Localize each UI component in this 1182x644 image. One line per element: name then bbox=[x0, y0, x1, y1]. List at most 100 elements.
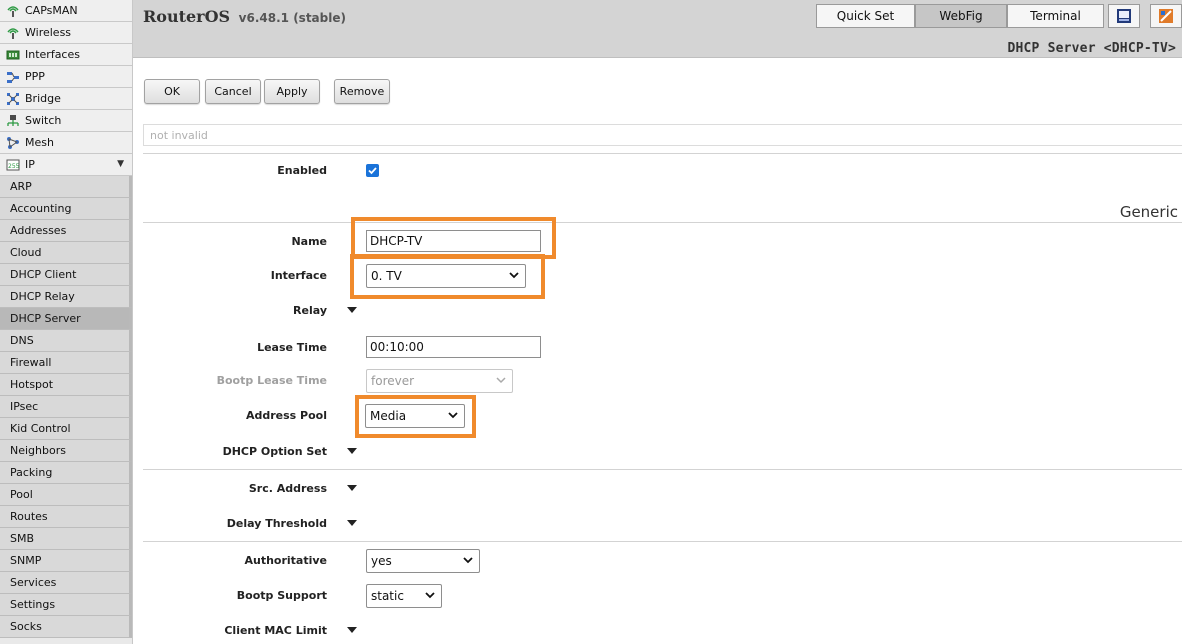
row-address-pool: Address Pool Media bbox=[133, 403, 1182, 429]
bridge-icon bbox=[6, 92, 20, 106]
expand-arrow-icon[interactable] bbox=[346, 625, 358, 635]
chevron-down-icon bbox=[496, 377, 506, 384]
row-enabled: Enabled bbox=[133, 158, 1182, 184]
row-client-mac-limit: Client MAC Limit bbox=[133, 618, 1182, 644]
chevron-down-icon bbox=[448, 412, 458, 419]
sidebar-item-capsman[interactable]: CAPsMAN bbox=[0, 0, 132, 22]
mesh-icon bbox=[6, 136, 20, 150]
src-address-label: Src. Address bbox=[248, 482, 327, 495]
status-bar: not invalid bbox=[143, 124, 1182, 146]
address-pool-select[interactable]: Media bbox=[365, 404, 465, 428]
row-delay-threshold: Delay Threshold bbox=[133, 511, 1182, 537]
sidebar-subitem-snmp[interactable]: SNMP bbox=[0, 550, 132, 572]
sidebar-subitem-addresses[interactable]: Addresses bbox=[0, 220, 132, 242]
lease-time-input[interactable]: 00:10:00 bbox=[366, 336, 541, 358]
row-bootp-lease-time: Bootp Lease Time forever bbox=[133, 368, 1182, 394]
expand-arrow-icon[interactable] bbox=[346, 446, 358, 456]
sidebar-subitem-dhcp-server[interactable]: DHCP Server bbox=[0, 308, 132, 330]
name-field: DHCP-TV bbox=[366, 230, 541, 252]
expand-arrow-icon[interactable] bbox=[346, 305, 358, 315]
sidebar-item-mesh[interactable]: Mesh bbox=[0, 132, 132, 154]
sidebar-item-label: IP bbox=[25, 158, 35, 171]
sidebar-subitem-arp[interactable]: ARP bbox=[0, 176, 132, 198]
expand-arrow-icon[interactable] bbox=[346, 518, 358, 528]
webfig-button[interactable]: WebFig bbox=[915, 4, 1007, 28]
sidebar-subitem-services[interactable]: Services bbox=[0, 572, 132, 594]
interface-select[interactable]: 0. TV bbox=[366, 264, 526, 288]
bootp-lease-time-value: forever bbox=[371, 374, 415, 388]
authoritative-field: yes bbox=[366, 549, 480, 573]
sidebar-subitem-neighbors[interactable]: Neighbors bbox=[0, 440, 132, 462]
quick-set-button[interactable]: Quick Set bbox=[816, 4, 915, 28]
sidebar-subitem-pool[interactable]: Pool bbox=[0, 484, 132, 506]
bootp-support-field: static bbox=[366, 584, 442, 608]
design-skin-icon bbox=[1159, 9, 1173, 23]
sidebar-subitem-cloud[interactable]: Cloud bbox=[0, 242, 132, 264]
name-input[interactable]: DHCP-TV bbox=[366, 230, 541, 252]
sidebar-item-bridge[interactable]: Bridge bbox=[0, 88, 132, 110]
relay-label: Relay bbox=[293, 304, 327, 317]
winbox-icon-button[interactable] bbox=[1108, 4, 1140, 28]
sidebar-item-label: PPP bbox=[25, 70, 45, 83]
sidebar-subitem-smb[interactable]: SMB bbox=[0, 528, 132, 550]
sidebar: CAPsMAN Wireless Interfaces PPP Bridge S… bbox=[0, 0, 133, 644]
enabled-label: Enabled bbox=[277, 164, 327, 177]
chevron-down-icon bbox=[463, 557, 473, 564]
sidebar-subitem-ipsec[interactable]: IPsec bbox=[0, 396, 132, 418]
sidebar-subitem-kid-control[interactable]: Kid Control bbox=[0, 418, 132, 440]
bootp-support-select[interactable]: static bbox=[366, 584, 442, 608]
sidebar-item-label: Mesh bbox=[25, 136, 54, 149]
sidebar-item-wireless[interactable]: Wireless bbox=[0, 22, 132, 44]
enabled-checkbox[interactable] bbox=[366, 164, 379, 177]
bootp-support-value: static bbox=[371, 589, 404, 603]
apply-button[interactable]: Apply bbox=[264, 79, 320, 104]
row-authoritative: Authoritative yes bbox=[133, 548, 1182, 574]
top-header: RouterOS v6.48.1 (stable) Quick Set WebF… bbox=[133, 0, 1182, 58]
row-bootp-support: Bootp Support static bbox=[133, 583, 1182, 609]
sidebar-subitem-accounting[interactable]: Accounting bbox=[0, 198, 132, 220]
sidebar-item-ip[interactable]: 255 IP ▼ bbox=[0, 154, 132, 176]
sidebar-subitem-hotspot[interactable]: Hotspot bbox=[0, 374, 132, 396]
switch-icon bbox=[6, 114, 20, 128]
expand-arrow-icon[interactable] bbox=[346, 483, 358, 493]
interface-select-value: 0. TV bbox=[371, 269, 402, 283]
sidebar-subitem-settings[interactable]: Settings bbox=[0, 594, 132, 616]
sidebar-subitem-firewall[interactable]: Firewall bbox=[0, 352, 132, 374]
row-dhcp-option-set: DHCP Option Set bbox=[133, 439, 1182, 465]
interface-label: Interface bbox=[270, 269, 327, 282]
remove-button[interactable]: Remove bbox=[334, 79, 390, 104]
client-mac-limit-label: Client MAC Limit bbox=[224, 624, 327, 637]
sidebar-item-label: Wireless bbox=[25, 26, 72, 39]
checkmark-icon bbox=[368, 167, 377, 175]
dhcp-option-set-label: DHCP Option Set bbox=[222, 445, 327, 458]
row-lease-time: Lease Time 00:10:00 bbox=[133, 335, 1182, 361]
divider bbox=[143, 469, 1182, 470]
sidebar-subitem-dhcp-client[interactable]: DHCP Client bbox=[0, 264, 132, 286]
bootp-lease-time-field: forever bbox=[366, 369, 513, 393]
sidebar-item-switch[interactable]: Switch bbox=[0, 110, 132, 132]
ok-button[interactable]: OK bbox=[144, 79, 200, 104]
design-skin-icon-button[interactable] bbox=[1150, 4, 1182, 28]
authoritative-select[interactable]: yes bbox=[366, 549, 480, 573]
sidebar-item-label: Bridge bbox=[25, 92, 61, 105]
row-relay: Relay bbox=[133, 298, 1182, 324]
cancel-button[interactable]: Cancel bbox=[205, 79, 261, 104]
bootp-lease-time-label: Bootp Lease Time bbox=[216, 374, 327, 387]
address-pool-value: Media bbox=[370, 409, 407, 423]
version-label: v6.48.1 (stable) bbox=[238, 11, 346, 25]
main-content: OK Cancel Apply Remove not invalid Enabl… bbox=[133, 58, 1182, 644]
page-title: DHCP Server <DHCP-TV> bbox=[1007, 41, 1176, 56]
sidebar-item-label: Switch bbox=[25, 114, 62, 127]
terminal-button[interactable]: Terminal bbox=[1007, 4, 1104, 28]
divider bbox=[143, 153, 1182, 154]
ppp-icon bbox=[6, 70, 20, 84]
sidebar-subitem-routes[interactable]: Routes bbox=[0, 506, 132, 528]
sidebar-subitem-dns[interactable]: DNS bbox=[0, 330, 132, 352]
sidebar-subitem-packing[interactable]: Packing bbox=[0, 462, 132, 484]
sidebar-subitem-socks[interactable]: Socks bbox=[0, 616, 132, 638]
lease-time-field: 00:10:00 bbox=[366, 336, 541, 358]
sidebar-item-interfaces[interactable]: Interfaces bbox=[0, 44, 132, 66]
sidebar-item-ppp[interactable]: PPP bbox=[0, 66, 132, 88]
sidebar-subitem-dhcp-relay[interactable]: DHCP Relay bbox=[0, 286, 132, 308]
svg-text:255: 255 bbox=[8, 163, 20, 170]
